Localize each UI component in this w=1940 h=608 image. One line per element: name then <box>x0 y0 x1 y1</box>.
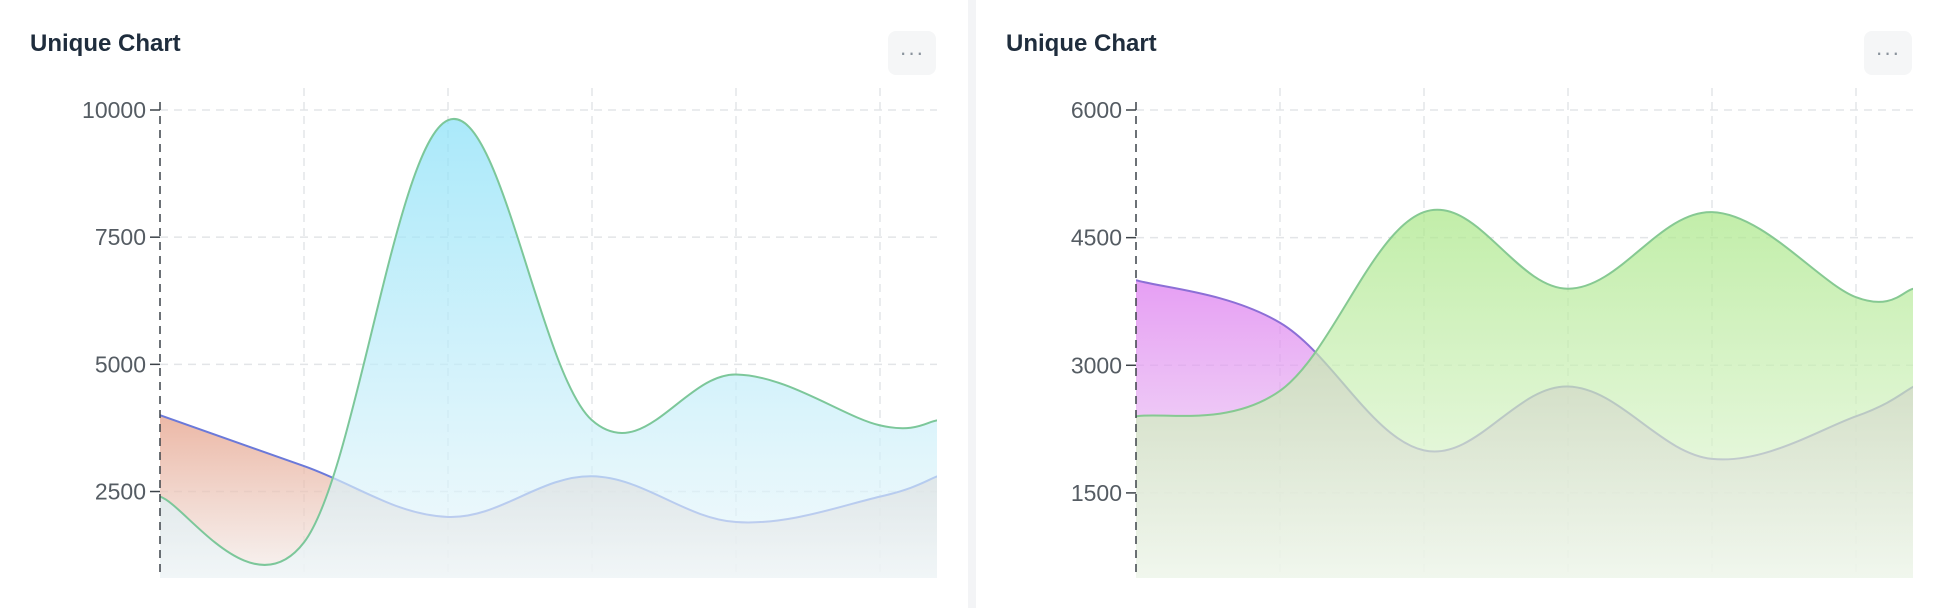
y-tick-label: 2500 <box>95 479 146 505</box>
y-tick-label: 10000 <box>82 97 146 123</box>
y-tick-label: 1500 <box>1071 480 1122 506</box>
dashboard: Unique Chart ··· 2500 5000 7500 10000 Uniqu… <box>0 0 1940 608</box>
chart-card: Unique Chart ··· 2500 5000 7500 10000 <box>0 0 968 608</box>
y-tick-label: 5000 <box>95 351 146 377</box>
area-chart: 2500 5000 7500 10000 <box>82 88 937 578</box>
area-chart: 1500 3000 4500 6000 <box>1071 88 1913 578</box>
y-tick-label: 4500 <box>1071 225 1122 251</box>
y-tick-label: 7500 <box>95 224 146 250</box>
chart-card: Unique Chart ··· 1500 3000 4500 6000 <box>976 0 1940 608</box>
y-tick-label: 3000 <box>1071 352 1122 378</box>
y-tick-label: 6000 <box>1071 97 1122 123</box>
